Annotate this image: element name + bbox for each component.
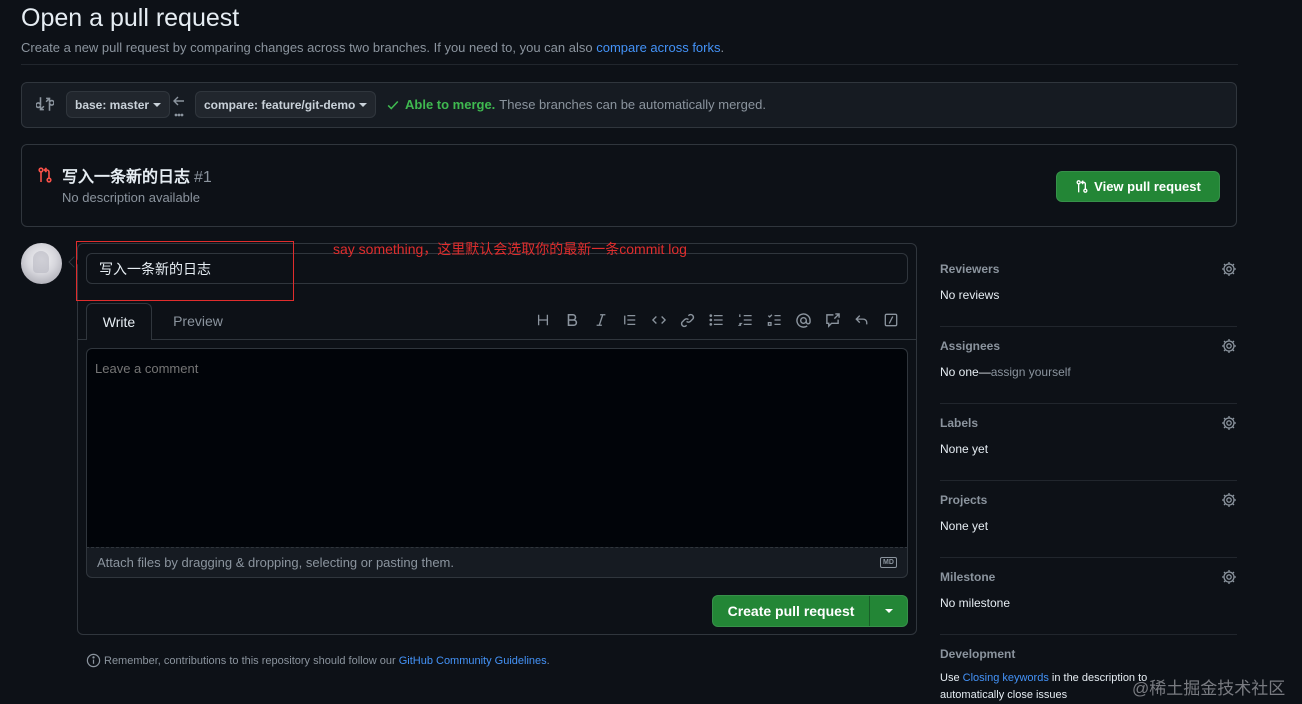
attach-files-bar[interactable]: Attach files by dragging & dropping, sel… bbox=[86, 547, 908, 578]
community-guidelines-note: Remember, contributions to this reposito… bbox=[86, 653, 550, 668]
existing-pr-title[interactable]: 写入一条新的日志 #1 bbox=[62, 163, 212, 187]
markdown-icon[interactable]: MD bbox=[880, 557, 897, 568]
merge-status: Able to merge. These branches can be aut… bbox=[386, 97, 766, 112]
compare-across-forks-link[interactable]: compare across forks bbox=[596, 40, 720, 55]
italic-icon[interactable] bbox=[586, 309, 615, 331]
closing-keywords-link[interactable]: Closing keywords bbox=[963, 672, 1049, 684]
chevron-down-icon bbox=[153, 102, 162, 107]
sidebar-projects: Projects None yet bbox=[940, 481, 1237, 558]
gear-icon[interactable] bbox=[1221, 492, 1237, 508]
gear-icon[interactable] bbox=[1221, 261, 1237, 277]
cross-reference-icon[interactable] bbox=[818, 309, 847, 331]
tab-divider bbox=[78, 339, 916, 340]
sidebar-milestone: Milestone No milestone bbox=[940, 558, 1237, 635]
page-subtitle: Create a new pull request by comparing c… bbox=[21, 40, 725, 55]
git-pull-request-icon bbox=[1076, 180, 1088, 193]
unordered-list-icon[interactable] bbox=[702, 309, 731, 331]
heading-icon[interactable] bbox=[528, 309, 557, 331]
bold-icon[interactable] bbox=[557, 309, 586, 331]
reply-icon[interactable] bbox=[847, 309, 876, 331]
assign-yourself-link[interactable]: assign yourself bbox=[991, 365, 1071, 379]
community-guidelines-link[interactable]: GitHub Community Guidelines bbox=[399, 655, 547, 667]
tab-write[interactable]: Write bbox=[86, 303, 152, 340]
existing-pr-description: No description available bbox=[62, 190, 201, 205]
slash-command-icon[interactable] bbox=[876, 309, 905, 331]
gear-icon[interactable] bbox=[1221, 415, 1237, 431]
chevron-down-icon bbox=[359, 102, 368, 107]
base-branch-select[interactable]: base: master bbox=[66, 91, 171, 118]
link-icon[interactable] bbox=[673, 309, 702, 331]
git-pull-request-icon bbox=[37, 166, 53, 184]
annotation-text: say something，这里默认会选取你的最新一条commit log bbox=[333, 241, 687, 257]
avatar[interactable] bbox=[21, 243, 62, 284]
annotation-highlight-box bbox=[76, 241, 294, 301]
comment-textarea[interactable] bbox=[86, 348, 908, 547]
task-list-icon[interactable] bbox=[760, 309, 789, 331]
sidebar-reviewers: Reviewers No reviews bbox=[940, 250, 1237, 327]
check-icon bbox=[387, 100, 399, 110]
arrow-left-icon bbox=[171, 93, 187, 117]
view-pull-request-button[interactable]: View pull request bbox=[1056, 171, 1220, 202]
ordered-list-icon[interactable] bbox=[731, 309, 760, 331]
watermark: @稀土掘金技术社区 bbox=[1132, 679, 1286, 698]
code-icon[interactable] bbox=[644, 309, 673, 331]
page-title: Open a pull request bbox=[21, 4, 240, 32]
compare-branch-select[interactable]: compare: feature/git-demo bbox=[195, 91, 377, 118]
mention-icon[interactable] bbox=[789, 309, 818, 331]
gear-icon[interactable] bbox=[1221, 569, 1237, 585]
sidebar-development: Development bbox=[940, 647, 1016, 661]
gear-icon[interactable] bbox=[1221, 338, 1237, 354]
tab-preview[interactable]: Preview bbox=[160, 303, 236, 339]
markdown-toolbar bbox=[528, 309, 905, 331]
sidebar-assignees: Assignees No one—assign yourself bbox=[940, 327, 1237, 404]
info-icon bbox=[86, 653, 101, 668]
quote-icon[interactable] bbox=[615, 309, 644, 331]
create-pull-request-button[interactable]: Create pull request bbox=[712, 595, 908, 627]
sidebar-labels: Labels None yet bbox=[940, 404, 1237, 481]
divider bbox=[21, 64, 1238, 65]
create-options-dropdown[interactable] bbox=[869, 596, 907, 626]
chevron-down-icon bbox=[884, 609, 893, 613]
git-compare-icon bbox=[35, 95, 55, 113]
